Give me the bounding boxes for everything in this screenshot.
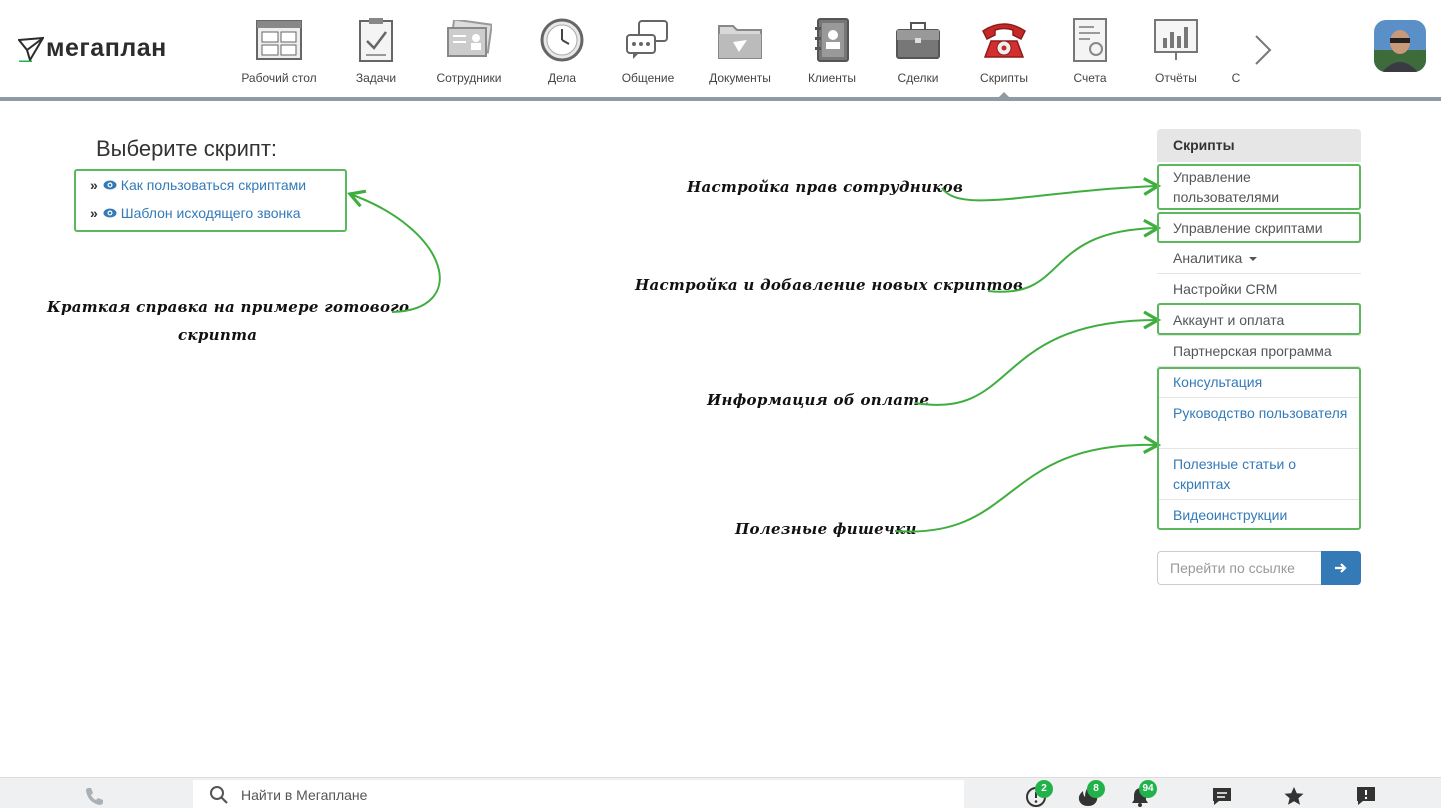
caret-down-icon: [1249, 257, 1258, 262]
search-icon: [210, 785, 228, 804]
sidebar-item-label: Аналитика: [1173, 250, 1243, 266]
sidebar-item-crm-settings[interactable]: Настройки CRM: [1157, 273, 1361, 304]
hot-badge: 8: [1087, 780, 1105, 798]
messages-button[interactable]: [1211, 785, 1235, 809]
sidebar-item-label: Настройки CRM: [1173, 281, 1278, 297]
notifications-badge: 94: [1139, 780, 1157, 798]
sidebar-item-partner-program[interactable]: Партнерская программа: [1157, 335, 1361, 366]
global-search[interactable]: Найти в Мегаплане: [193, 780, 964, 809]
highlight-script-management: [1157, 212, 1361, 243]
bottom-bar: Найти в Мегаплане 2 8 94: [0, 777, 1441, 809]
goto-link-form: [1157, 551, 1361, 585]
phone-icon[interactable]: [84, 786, 104, 806]
message-icon: [1213, 788, 1231, 805]
sidebar-item-analytics[interactable]: Аналитика: [1157, 242, 1361, 273]
hot-button[interactable]: 8: [1077, 780, 1105, 809]
favorites-button[interactable]: [1283, 785, 1307, 809]
goto-link-button[interactable]: [1321, 551, 1361, 585]
feedback-icon: [1357, 787, 1375, 805]
alerts-button[interactable]: 2: [1025, 780, 1053, 809]
feedback-button[interactable]: [1355, 785, 1379, 809]
sidebar-title: Скрипты: [1157, 129, 1361, 161]
goto-link-input[interactable]: [1157, 551, 1321, 585]
highlight-user-management: [1157, 164, 1361, 210]
arrow-right-icon: [1335, 563, 1347, 573]
search-placeholder: Найти в Мегаплане: [241, 786, 368, 803]
notifications-button[interactable]: 94: [1129, 780, 1157, 809]
alerts-badge: 2: [1035, 780, 1053, 798]
sidebar-item-label: Партнерская программа: [1173, 343, 1332, 359]
highlight-account-payment: [1157, 303, 1361, 335]
star-icon: [1284, 787, 1304, 805]
highlight-help-section: [1157, 367, 1361, 530]
